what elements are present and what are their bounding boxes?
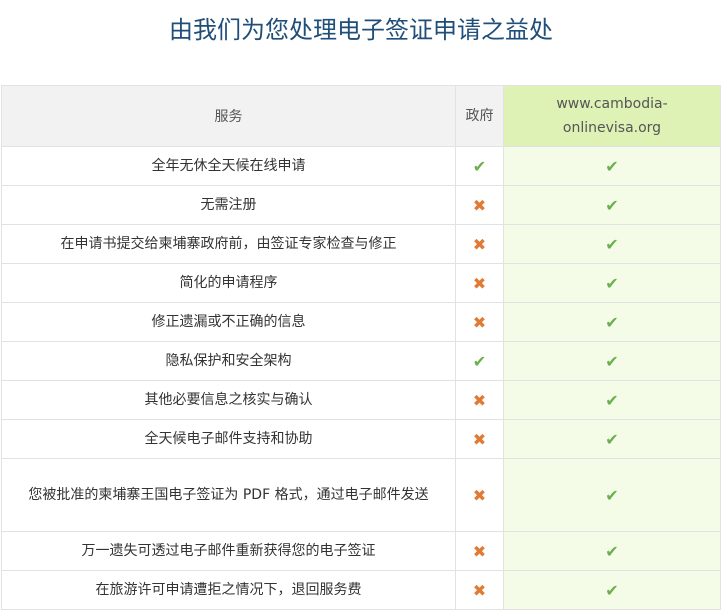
website-cell: ✔ [503,570,721,610]
service-label: 万一遗失可透过电子邮件重新获得您的电子签证 [1,531,456,571]
comparison-table: 服务 政府 www.cambodia-onlinevisa.org 全年无休全天… [1,85,721,610]
website-cell: ✔ [503,419,721,459]
header-website: www.cambodia-onlinevisa.org [503,85,721,147]
cross-icon: ✖ [472,273,487,293]
website-cell: ✔ [503,458,721,532]
check-icon: ✔ [605,273,619,293]
table-row: 修正遗漏或不正确的信息 ✖ ✔ [1,302,721,342]
service-label: 您被批准的柬埔寨王国电子签证为 PDF 格式，通过电子邮件发送 [1,458,456,532]
check-icon: ✔ [472,351,487,371]
service-label: 在旅游许可申请遭拒之情况下，退回服务费 [1,570,456,610]
check-icon: ✔ [605,390,619,410]
table-row: 隐私保护和安全架构 ✔ ✔ [1,341,721,381]
website-cell: ✔ [503,380,721,420]
government-cell: ✖ [455,185,504,225]
table-body: 全年无休全天候在线申请 ✔ ✔ 无需注册 ✖ ✔ 在申请书提交给柬埔寨政府前，由签证专家检查… [1,146,721,610]
service-label: 全天候电子邮件支持和协助 [1,419,456,459]
service-label: 在申请书提交给柬埔寨政府前，由签证专家检查与修正 [1,224,456,264]
government-cell: ✖ [455,531,504,571]
page-title: 由我们为您处理电子签证申请之益处 [169,16,553,44]
website-cell: ✔ [503,531,721,571]
government-cell: ✖ [455,458,504,532]
cross-icon: ✖ [472,485,487,505]
cross-icon: ✖ [472,195,487,215]
website-cell: ✔ [503,302,721,342]
cross-icon: ✖ [472,312,487,332]
website-cell: ✔ [503,224,721,264]
government-cell: ✖ [455,302,504,342]
table-row: 其他必要信息之核实与确认 ✖ ✔ [1,380,721,420]
government-cell: ✖ [455,224,504,264]
table-row: 无需注册 ✖ ✔ [1,185,721,225]
check-icon: ✔ [472,156,487,176]
check-icon: ✔ [605,312,619,332]
service-label: 修正遗漏或不正确的信息 [1,302,456,342]
table-row: 在旅游许可申请遭拒之情况下，退回服务费 ✖ ✔ [1,570,721,610]
service-label: 隐私保护和安全架构 [1,341,456,381]
government-cell: ✔ [455,146,504,186]
table-header-row: 服务 政府 www.cambodia-onlinevisa.org [1,85,721,147]
check-icon: ✔ [605,156,619,176]
check-icon: ✔ [605,485,619,505]
cross-icon: ✖ [472,390,487,410]
government-cell: ✖ [455,419,504,459]
table-row: 全天候电子邮件支持和协助 ✖ ✔ [1,419,721,459]
government-cell: ✖ [455,263,504,303]
check-icon: ✔ [605,195,619,215]
table-row: 在申请书提交给柬埔寨政府前，由签证专家检查与修正 ✖ ✔ [1,224,721,264]
header-service: 服务 [1,85,456,147]
table-row: 简化的申请程序 ✖ ✔ [1,263,721,303]
header-government: 政府 [455,85,504,147]
cross-icon: ✖ [472,429,487,449]
government-cell: ✖ [455,380,504,420]
table-row: 万一遗失可透过电子邮件重新获得您的电子签证 ✖ ✔ [1,531,721,571]
table-row: 全年无休全天候在线申请 ✔ ✔ [1,146,721,186]
government-cell: ✖ [455,570,504,610]
check-icon: ✔ [605,234,619,254]
check-icon: ✔ [605,580,619,600]
check-icon: ✔ [605,351,619,371]
cross-icon: ✖ [472,234,487,254]
check-icon: ✔ [605,429,619,449]
service-label: 全年无休全天候在线申请 [1,146,456,186]
table-row: 您被批准的柬埔寨王国电子签证为 PDF 格式，通过电子邮件发送 ✖ ✔ [1,458,721,532]
service-label: 简化的申请程序 [1,263,456,303]
service-label: 其他必要信息之核实与确认 [1,380,456,420]
website-cell: ✔ [503,146,721,186]
website-cell: ✔ [503,263,721,303]
check-icon: ✔ [605,541,619,561]
service-label: 无需注册 [1,185,456,225]
government-cell: ✔ [455,341,504,381]
website-cell: ✔ [503,185,721,225]
website-cell: ✔ [503,341,721,381]
cross-icon: ✖ [472,580,487,600]
cross-icon: ✖ [472,541,487,561]
